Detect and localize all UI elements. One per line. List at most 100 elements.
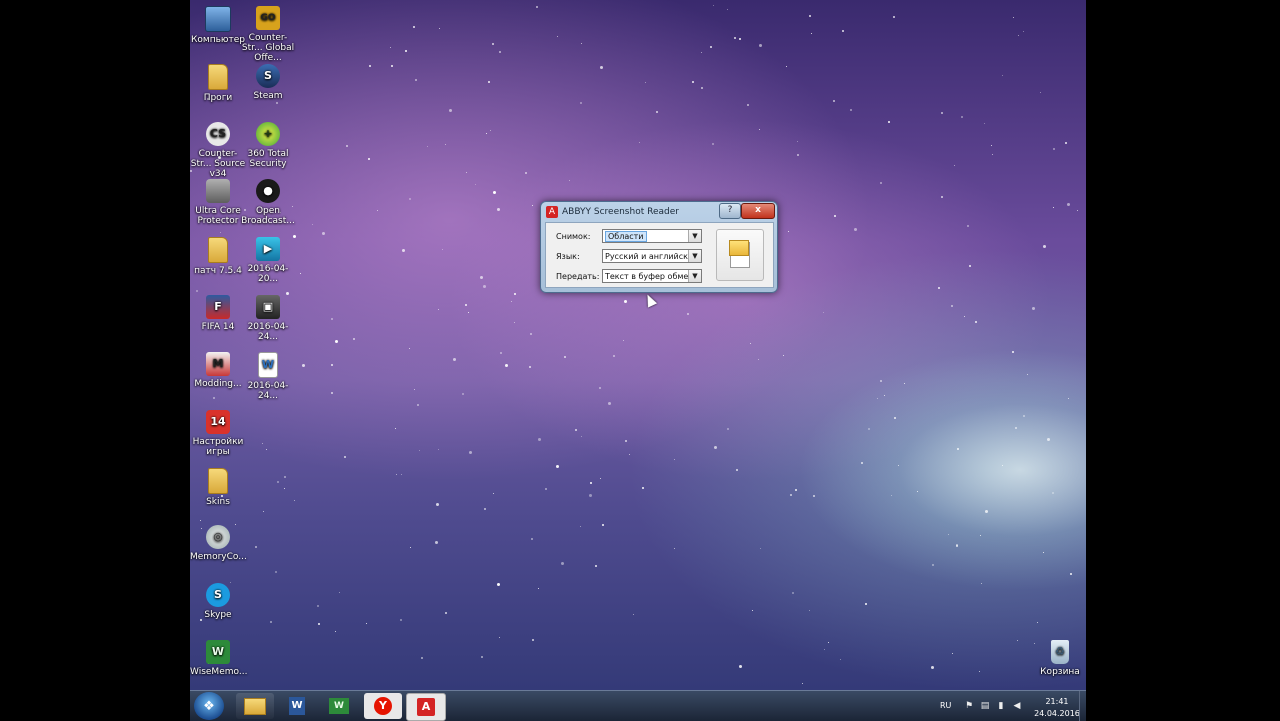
icon-label: Ultra Core Protector — [195, 206, 241, 226]
star — [302, 364, 305, 367]
desktop-icon-video-1[interactable]: ▶ 2016-04-20... — [240, 231, 296, 284]
star — [581, 436, 582, 437]
star — [270, 621, 272, 623]
star — [263, 511, 264, 512]
star — [312, 224, 313, 225]
star — [368, 158, 370, 160]
network-icon[interactable]: ▤ — [980, 701, 990, 711]
star — [602, 524, 604, 526]
window-titlebar[interactable]: A ABBYY Screenshot Reader ? x — [541, 202, 777, 222]
desktop-icon-video-2[interactable]: ▣ 2016-04-24... — [240, 289, 296, 342]
star — [991, 145, 992, 146]
word-icon: W — [289, 697, 305, 715]
star — [714, 446, 717, 449]
desktop-icon-fifa[interactable]: F FIFA 14 — [190, 289, 246, 332]
show-desktop-button[interactable] — [1079, 691, 1086, 721]
desktop-icon-progi[interactable]: Проги — [190, 58, 246, 103]
fifa-icon: F — [206, 295, 230, 319]
help-button[interactable]: ? — [719, 203, 741, 219]
desktop-icon-game-settings[interactable]: 14 Настройки игры — [190, 404, 246, 457]
star — [985, 510, 988, 513]
close-button[interactable]: x — [741, 203, 775, 219]
desktop-icon-recycle-bin[interactable]: ♻ Корзина — [1032, 634, 1086, 677]
start-button[interactable]: ❖ — [194, 692, 224, 720]
star — [499, 637, 500, 638]
desktop-icon-cs-source[interactable]: CS Counter-Str... Source v34 — [190, 116, 246, 179]
language-indicator[interactable]: RU — [940, 701, 951, 710]
snapshot-select[interactable]: Области ▼ — [602, 229, 702, 243]
taskbar-wisememo-button[interactable]: W — [320, 693, 358, 719]
star — [409, 348, 410, 349]
desktop-icon-ultra-core[interactable]: Ultra Core Protector — [190, 173, 246, 226]
desktop-icon-memory[interactable]: ◎ MemoryCo... — [190, 519, 247, 562]
wise-memory-icon: W — [329, 698, 349, 714]
star — [369, 65, 371, 67]
star — [581, 43, 582, 44]
star — [904, 383, 905, 384]
star — [599, 387, 601, 389]
flag-icon[interactable]: ⚑ — [964, 701, 974, 711]
desktop-icon-skins[interactable]: Skins — [190, 462, 246, 507]
taskbar-yandex-button[interactable]: Y — [364, 693, 402, 719]
desktop-icon-computer[interactable]: Компьютер — [190, 0, 246, 45]
star — [712, 143, 714, 145]
star — [300, 273, 301, 274]
star — [575, 429, 577, 431]
recycle-bin-icon: ♻ — [1051, 640, 1069, 664]
star — [401, 474, 402, 475]
power-icon[interactable]: ▮ — [996, 701, 1006, 711]
star — [492, 43, 494, 45]
star — [538, 588, 539, 589]
star — [828, 642, 829, 643]
star — [880, 380, 882, 382]
clock-date[interactable]: 24.04.2016 — [1032, 709, 1082, 718]
wise-memory-icon: W — [206, 640, 230, 664]
star — [284, 476, 286, 478]
desktop-icon-wisememo[interactable]: W WiseMemo... — [190, 634, 247, 677]
star — [687, 313, 689, 315]
desktop-icon-modding[interactable]: M Modding... — [190, 346, 246, 389]
clock-time[interactable]: 21:41 — [1032, 697, 1082, 706]
taskbar-explorer-button[interactable] — [236, 693, 274, 719]
star — [1002, 75, 1003, 76]
star — [880, 182, 882, 184]
taskbar-abbyy-button[interactable]: A — [406, 693, 446, 721]
taskbar-word-button[interactable]: W — [278, 693, 316, 719]
star — [877, 398, 878, 399]
language-select[interactable]: Русский и английский ▼ — [602, 249, 702, 263]
volume-icon[interactable]: ◀ — [1012, 701, 1022, 711]
icon-label: 2016-04-24... — [247, 322, 289, 342]
star — [1027, 374, 1028, 375]
star — [788, 231, 789, 232]
desktop-icon-csgo[interactable]: GO Counter-Str... Global Offe... — [240, 0, 296, 63]
star — [674, 459, 675, 460]
capture-button[interactable] — [716, 229, 764, 281]
star — [438, 309, 439, 310]
star — [842, 30, 844, 32]
star — [969, 265, 971, 267]
icon-label: Настройки игры — [192, 437, 244, 457]
star — [465, 304, 467, 306]
mouse-cursor — [642, 292, 658, 308]
star — [483, 285, 486, 288]
star — [639, 142, 640, 143]
send-select[interactable]: Текст в буфер обмена ▼ — [602, 269, 702, 283]
desktop-icon-360-total-security[interactable]: + 360 Total Security — [240, 116, 296, 169]
desktop-icon-obs[interactable]: ● Open Broadcast... — [240, 173, 296, 226]
star — [469, 451, 472, 454]
icon-label: Skype — [204, 610, 232, 620]
star — [625, 440, 627, 442]
star — [834, 215, 836, 217]
desktop-icon-patch[interactable]: патч 7.5.4 — [190, 231, 246, 276]
star — [809, 610, 810, 611]
star — [957, 448, 959, 450]
desktop-icon-steam[interactable]: S Steam — [240, 58, 296, 101]
star — [589, 494, 592, 497]
desktop-icon-document[interactable]: W 2016-04-24... — [240, 346, 296, 401]
window-title: ABBYY Screenshot Reader — [562, 207, 679, 217]
star — [294, 500, 295, 501]
desktop-icon-skype[interactable]: S Skype — [190, 577, 246, 620]
star — [396, 474, 397, 475]
star — [402, 249, 405, 252]
star — [531, 538, 533, 540]
